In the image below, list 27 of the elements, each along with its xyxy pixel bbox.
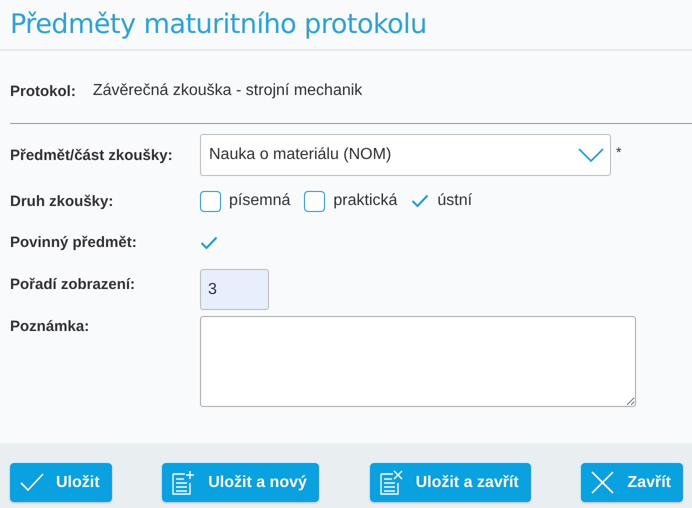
field-label: Poznámka: (10, 317, 90, 337)
save-and-close-button[interactable]: Uložit a zavřít (370, 463, 531, 502)
save-button[interactable]: Uložit (10, 463, 112, 502)
field-label: Pořadí zobrazení: (10, 275, 136, 295)
order-input[interactable]: 3 (200, 269, 269, 310)
checkbox[interactable] (304, 190, 326, 212)
close-button[interactable]: Zavřít (581, 463, 683, 502)
field-label: Předmět/část zkoušky: (10, 146, 174, 166)
option-label: praktická (333, 192, 398, 210)
option-label: písemná (229, 192, 290, 210)
protocol-value: Závěrečná zkouška - strojní mechanik (92, 82, 362, 100)
document-plus-icon (171, 470, 196, 495)
checkbox[interactable] (200, 190, 221, 212)
field-label: Druh zkoušky: (10, 192, 114, 212)
field-label: Protokol: (10, 82, 76, 100)
close-icon (590, 470, 616, 495)
chevron-down-icon (578, 148, 604, 162)
required-mark: * (616, 144, 622, 160)
checkmark-icon[interactable] (411, 194, 430, 208)
option-label: ústní (437, 192, 472, 210)
field-label: Povinný předmět: (10, 233, 138, 253)
page-title: Předměty maturitního protokolu (10, 9, 427, 40)
checkmark-icon[interactable] (200, 236, 218, 250)
note-textarea[interactable] (200, 316, 636, 407)
save-and-new-button[interactable]: Uložit a nový (162, 463, 319, 502)
document-x-icon (378, 470, 404, 495)
subject-select[interactable]: Nauka o materiálu (NOM) (200, 134, 611, 176)
